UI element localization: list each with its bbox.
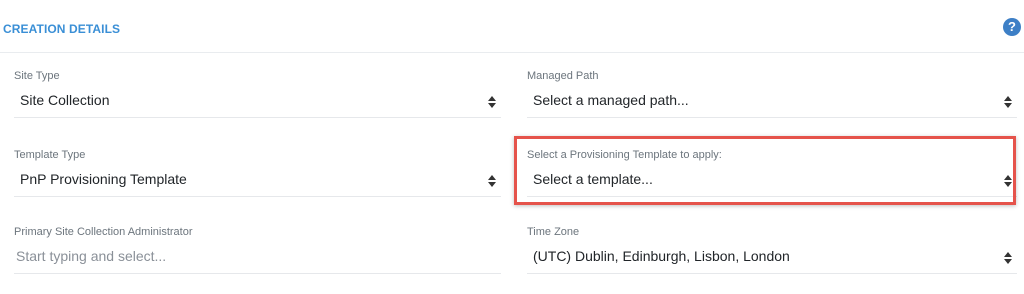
primary-admin-input[interactable]: Start typing and select... — [14, 243, 501, 274]
managed-path-select[interactable]: Select a managed path... — [527, 87, 1017, 118]
time-zone-value: (UTC) Dublin, Edinburgh, Lisbon, London — [533, 248, 790, 264]
time-zone-field: Time Zone (UTC) Dublin, Edinburgh, Lisbo… — [527, 226, 1017, 276]
primary-admin-field: Primary Site Collection Administrator St… — [14, 226, 501, 276]
time-zone-label: Time Zone — [527, 226, 580, 238]
site-type-select[interactable]: Site Collection — [14, 87, 501, 118]
sort-arrows-icon — [488, 96, 496, 108]
managed-path-label: Managed Path — [527, 70, 599, 82]
sort-arrows-icon — [488, 175, 496, 187]
site-type-value: Site Collection — [20, 92, 110, 108]
template-type-label: Template Type — [14, 149, 86, 161]
template-type-select[interactable]: PnP Provisioning Template — [14, 166, 501, 197]
help-question-icon[interactable]: ? — [1003, 18, 1021, 36]
template-type-value: PnP Provisioning Template — [20, 171, 187, 187]
site-type-label: Site Type — [14, 70, 60, 82]
time-zone-select[interactable]: (UTC) Dublin, Edinburgh, Lisbon, London — [527, 243, 1017, 274]
managed-path-field: Managed Path Select a managed path... — [527, 70, 1017, 120]
primary-admin-label: Primary Site Collection Administrator — [14, 226, 193, 238]
template-type-field: Template Type PnP Provisioning Template — [14, 149, 501, 199]
section-header: CREATION DETAILS ? — [0, 0, 1024, 53]
site-type-field: Site Type Site Collection — [14, 70, 501, 120]
highlight-annotation-box — [514, 136, 1016, 205]
managed-path-value: Select a managed path... — [533, 92, 689, 108]
sort-arrows-icon — [1004, 252, 1012, 264]
sort-arrows-icon — [1004, 96, 1012, 108]
section-title: CREATION DETAILS — [3, 22, 121, 36]
primary-admin-placeholder: Start typing and select... — [16, 248, 167, 264]
